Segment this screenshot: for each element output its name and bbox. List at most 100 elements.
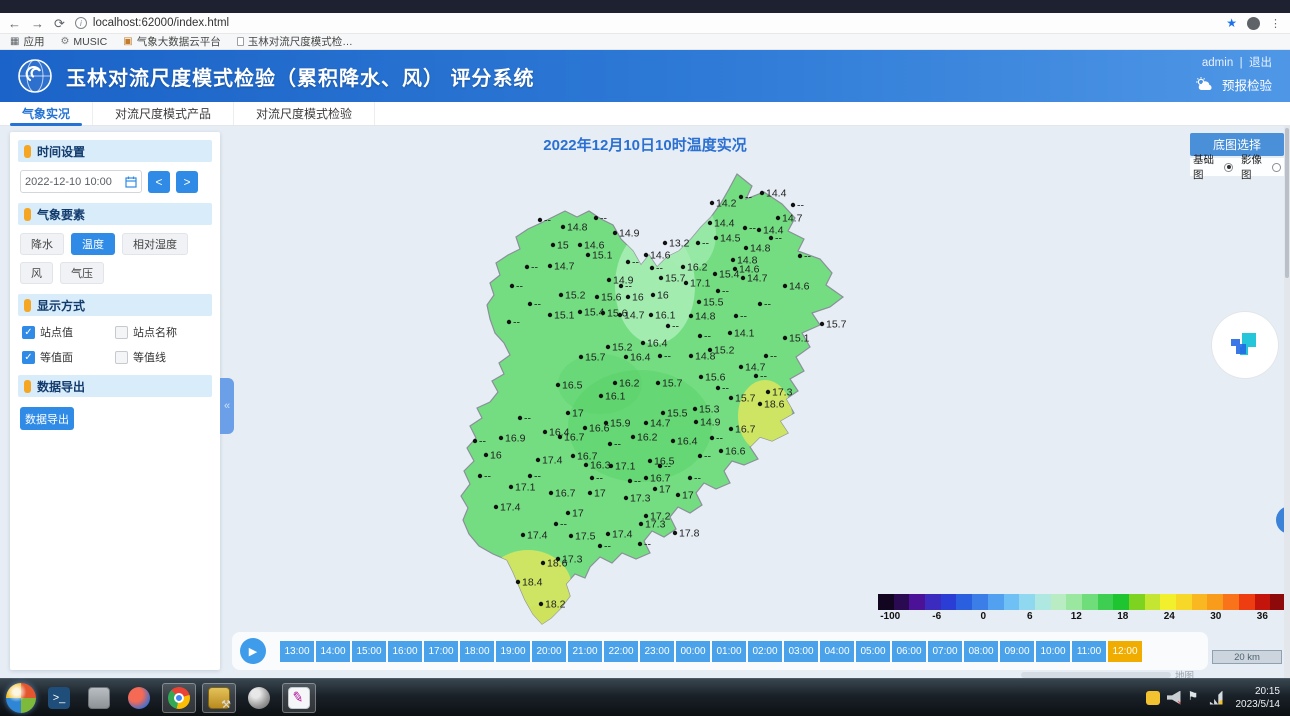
tab-item[interactable]: 对流尺度模式产品	[93, 102, 234, 125]
reload-icon[interactable]: ⟳	[54, 17, 65, 30]
export-data-button[interactable]: 数据导出	[20, 407, 74, 430]
station-dot[interactable]	[649, 313, 653, 317]
map-area[interactable]: 14.2--14.4--14.714.4--14.414.5--14.914.8…	[0, 126, 1290, 678]
forward-icon[interactable]: →	[31, 17, 44, 30]
station-dot[interactable]	[516, 580, 520, 584]
time-cell[interactable]: 17:00	[424, 641, 458, 662]
station-dot[interactable]	[820, 322, 824, 326]
station-dot[interactable]	[760, 191, 764, 195]
station-dot[interactable]	[631, 435, 635, 439]
station-dot[interactable]	[594, 216, 598, 220]
station-dot[interactable]	[689, 314, 693, 318]
browser-sphere-taskbar-button[interactable]	[122, 683, 156, 713]
scrollbar-thumb[interactable]	[1285, 128, 1289, 278]
address-bar[interactable]: i localhost:62000/index.html	[75, 17, 1216, 29]
station-dot[interactable]	[716, 386, 720, 390]
station-dot[interactable]	[509, 485, 513, 489]
station-dot[interactable]	[744, 246, 748, 250]
station-dot[interactable]	[754, 374, 758, 378]
back-icon[interactable]: ←	[8, 17, 21, 30]
station-dot[interactable]	[758, 402, 762, 406]
station-dot[interactable]	[608, 442, 612, 446]
station-dot[interactable]	[556, 383, 560, 387]
station-dot[interactable]	[606, 532, 610, 536]
station-dot[interactable]	[566, 511, 570, 515]
station-dot[interactable]	[538, 218, 542, 222]
next-time-button[interactable]: >	[176, 171, 198, 193]
profile-avatar[interactable]	[1247, 17, 1260, 30]
station-dot[interactable]	[561, 225, 565, 229]
station-dot[interactable]	[741, 276, 745, 280]
display-option[interactable]: ✓站点值	[22, 324, 115, 340]
station-dot[interactable]	[739, 365, 743, 369]
station-dot[interactable]	[714, 236, 718, 240]
time-cell[interactable]: 15:00	[352, 641, 386, 662]
station-dot[interactable]	[731, 258, 735, 262]
time-cell[interactable]: 10:00	[1036, 641, 1070, 662]
station-dot[interactable]	[554, 522, 558, 526]
datetime-input[interactable]: 2022-12-10 10:00	[20, 170, 142, 193]
station-dot[interactable]	[638, 542, 642, 546]
element-button[interactable]: 温度	[71, 233, 115, 255]
station-dot[interactable]	[579, 355, 583, 359]
station-dot[interactable]	[783, 336, 787, 340]
tab-item[interactable]: 对流尺度模式检验	[234, 102, 375, 125]
station-dot[interactable]	[559, 293, 563, 297]
time-cell[interactable]: 19:00	[496, 641, 530, 662]
station-dot[interactable]	[609, 464, 613, 468]
basemap-option[interactable]: 基础图	[1193, 152, 1233, 182]
station-dot[interactable]	[484, 453, 488, 457]
time-cell[interactable]: 09:00	[1000, 641, 1034, 662]
station-dot[interactable]	[783, 284, 787, 288]
station-dot[interactable]	[536, 458, 540, 462]
station-dot[interactable]	[626, 260, 630, 264]
station-dot[interactable]	[607, 278, 611, 282]
station-dot[interactable]	[588, 491, 592, 495]
station-dot[interactable]	[499, 436, 503, 440]
element-button[interactable]: 气压	[60, 262, 104, 284]
time-cell[interactable]: 23:00	[640, 641, 674, 662]
network-warning-icon[interactable]	[1209, 691, 1223, 705]
page-scrollbar[interactable]	[1284, 126, 1290, 678]
station-dot[interactable]	[606, 345, 610, 349]
station-dot[interactable]	[694, 420, 698, 424]
time-cell[interactable]: 13:00	[280, 641, 314, 662]
globe-app-taskbar-button[interactable]	[242, 683, 276, 713]
station-dot[interactable]	[676, 493, 680, 497]
page-info-icon[interactable]: i	[75, 17, 87, 29]
station-dot[interactable]	[769, 236, 773, 240]
station-dot[interactable]	[766, 390, 770, 394]
time-cell[interactable]: 18:00	[460, 641, 494, 662]
station-dot[interactable]	[558, 435, 562, 439]
windows-start-icon[interactable]	[6, 683, 36, 713]
station-dot[interactable]	[525, 265, 529, 269]
station-dot[interactable]	[710, 436, 714, 440]
station-dot[interactable]	[613, 381, 617, 385]
station-dot[interactable]	[518, 416, 522, 420]
station-dot[interactable]	[699, 375, 703, 379]
prev-time-button[interactable]: <	[148, 171, 170, 193]
time-cell[interactable]: 03:00	[784, 641, 818, 662]
db-tools-taskbar-button[interactable]	[202, 683, 236, 713]
station-dot[interactable]	[548, 313, 552, 317]
station-dot[interactable]	[650, 266, 654, 270]
station-dot[interactable]	[658, 464, 662, 468]
station-dot[interactable]	[651, 293, 655, 297]
station-dot[interactable]	[713, 272, 717, 276]
station-dot[interactable]	[798, 254, 802, 258]
sidebar-collapse-handle[interactable]: «	[220, 378, 234, 434]
time-cell[interactable]: 05:00	[856, 641, 890, 662]
station-dot[interactable]	[696, 241, 700, 245]
station-dot[interactable]	[739, 195, 743, 199]
station-dot[interactable]	[644, 421, 648, 425]
server-manager-taskbar-button[interactable]	[82, 683, 116, 713]
station-dot[interactable]	[684, 281, 688, 285]
station-dot[interactable]	[548, 264, 552, 268]
station-dot[interactable]	[663, 241, 667, 245]
station-dot[interactable]	[673, 531, 677, 535]
station-dot[interactable]	[543, 430, 547, 434]
station-dot[interactable]	[758, 302, 762, 306]
tab-item[interactable]: 气象实况	[0, 102, 93, 125]
time-cell[interactable]: 20:00	[532, 641, 566, 662]
station-dot[interactable]	[661, 411, 665, 415]
